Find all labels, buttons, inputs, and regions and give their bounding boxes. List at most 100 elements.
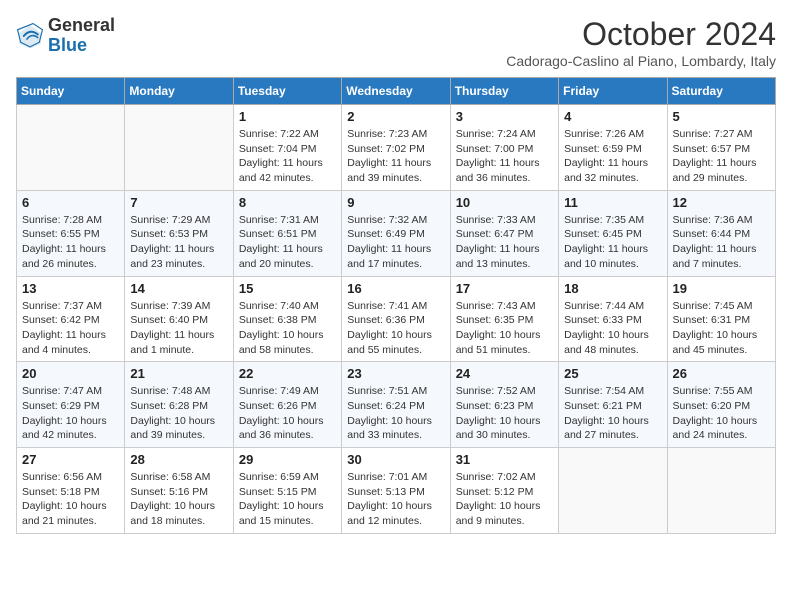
day-number: 18: [564, 281, 661, 296]
calendar-cell: 6 Sunrise: 7:28 AMSunset: 6:55 PMDaylight…: [17, 190, 125, 276]
day-info: Sunrise: 7:02 AMSunset: 5:12 PMDaylight:…: [456, 470, 553, 529]
week-row-4: 20Sunrise: 7:47 AMSunset: 6:29 PMDayligh…: [17, 362, 776, 448]
calendar-cell: 4 Sunrise: 7:26 AMSunset: 6:59 PMDaylight…: [559, 105, 667, 191]
day-number: 26: [673, 366, 770, 381]
day-info: Sunrise: 7:49 AMSunset: 6:26 PMDaylight:…: [239, 384, 336, 443]
day-info: Sunrise: 7:43 AMSunset: 6:35 PMDaylight:…: [456, 299, 553, 358]
day-number: 16: [347, 281, 444, 296]
day-info: Sunrise: 7:45 AMSunset: 6:31 PMDaylight:…: [673, 299, 770, 358]
day-info: Sunrise: 7:37 AMSunset: 6:42 PMDaylight:…: [22, 299, 119, 358]
logo-text: General Blue: [48, 16, 115, 56]
week-row-5: 27 Sunrise: 6:56 AMSunset: 5:18 PMDayligh…: [17, 448, 776, 534]
calendar-cell: [17, 105, 125, 191]
calendar-cell: 3 Sunrise: 7:24 AMSunset: 7:00 PMDaylight…: [450, 105, 558, 191]
day-info: Sunrise: 7:51 AMSunset: 6:24 PMDaylight:…: [347, 384, 444, 443]
day-number: 30: [347, 452, 444, 467]
day-info: Sunrise: 7:55 AMSunset: 6:20 PMDaylight:…: [673, 384, 770, 443]
day-header-monday: Monday: [125, 78, 233, 105]
day-info: Sunrise: 7:26 AMSunset: 6:59 PMDaylight:…: [564, 127, 661, 186]
day-number: 9: [347, 195, 444, 210]
calendar-cell: 19 Sunrise: 7:45 AMSunset: 6:31 PMDayligh…: [667, 276, 775, 362]
calendar-cell: 22Sunrise: 7:49 AMSunset: 6:26 PMDayligh…: [233, 362, 341, 448]
day-header-wednesday: Wednesday: [342, 78, 450, 105]
day-info: Sunrise: 7:27 AMSunset: 6:57 PMDaylight:…: [673, 127, 770, 186]
day-number: 27: [22, 452, 119, 467]
calendar-cell: 8 Sunrise: 7:31 AMSunset: 6:51 PMDaylight…: [233, 190, 341, 276]
day-number: 11: [564, 195, 661, 210]
day-number: 24: [456, 366, 553, 381]
day-number: 8: [239, 195, 336, 210]
day-number: 12: [673, 195, 770, 210]
calendar-cell: 29 Sunrise: 6:59 AMSunset: 5:15 PMDayligh…: [233, 448, 341, 534]
calendar-cell: 2 Sunrise: 7:23 AMSunset: 7:02 PMDaylight…: [342, 105, 450, 191]
day-number: 10: [456, 195, 553, 210]
calendar-cell: [125, 105, 233, 191]
calendar-body: 1 Sunrise: 7:22 AMSunset: 7:04 PMDaylight…: [17, 105, 776, 534]
calendar-cell: 28 Sunrise: 6:58 AMSunset: 5:16 PMDayligh…: [125, 448, 233, 534]
day-info: Sunrise: 7:41 AMSunset: 6:36 PMDaylight:…: [347, 299, 444, 358]
day-header-friday: Friday: [559, 78, 667, 105]
day-number: 7: [130, 195, 227, 210]
calendar-cell: 10 Sunrise: 7:33 AMSunset: 6:47 PMDayligh…: [450, 190, 558, 276]
day-number: 29: [239, 452, 336, 467]
day-number: 2: [347, 109, 444, 124]
day-number: 4: [564, 109, 661, 124]
day-number: 23: [347, 366, 444, 381]
calendar-cell: 11 Sunrise: 7:35 AMSunset: 6:45 PMDayligh…: [559, 190, 667, 276]
calendar-cell: 16 Sunrise: 7:41 AMSunset: 6:36 PMDayligh…: [342, 276, 450, 362]
day-info: Sunrise: 7:22 AMSunset: 7:04 PMDaylight:…: [239, 127, 336, 186]
week-row-1: 1 Sunrise: 7:22 AMSunset: 7:04 PMDaylight…: [17, 105, 776, 191]
day-info: Sunrise: 7:28 AMSunset: 6:55 PMDaylight:…: [22, 213, 119, 272]
day-info: Sunrise: 6:56 AMSunset: 5:18 PMDaylight:…: [22, 470, 119, 529]
calendar-cell: 30 Sunrise: 7:01 AMSunset: 5:13 PMDayligh…: [342, 448, 450, 534]
day-number: 14: [130, 281, 227, 296]
week-row-2: 6 Sunrise: 7:28 AMSunset: 6:55 PMDaylight…: [17, 190, 776, 276]
day-header-sunday: Sunday: [17, 78, 125, 105]
calendar-cell: 26 Sunrise: 7:55 AMSunset: 6:20 PMDayligh…: [667, 362, 775, 448]
day-number: 3: [456, 109, 553, 124]
logo-icon: [16, 22, 44, 50]
calendar-cell: 17 Sunrise: 7:43 AMSunset: 6:35 PMDayligh…: [450, 276, 558, 362]
day-header-saturday: Saturday: [667, 78, 775, 105]
day-number: 1: [239, 109, 336, 124]
month-title: October 2024: [506, 16, 776, 53]
day-number: 28: [130, 452, 227, 467]
calendar-cell: 1 Sunrise: 7:22 AMSunset: 7:04 PMDaylight…: [233, 105, 341, 191]
day-info: Sunrise: 7:23 AMSunset: 7:02 PMDaylight:…: [347, 127, 444, 186]
day-info: Sunrise: 7:29 AMSunset: 6:53 PMDaylight:…: [130, 213, 227, 272]
day-info: Sunrise: 7:01 AMSunset: 5:13 PMDaylight:…: [347, 470, 444, 529]
calendar-cell: 7 Sunrise: 7:29 AMSunset: 6:53 PMDaylight…: [125, 190, 233, 276]
calendar-cell: 23 Sunrise: 7:51 AMSunset: 6:24 PMDayligh…: [342, 362, 450, 448]
calendar-cell: 18 Sunrise: 7:44 AMSunset: 6:33 PMDayligh…: [559, 276, 667, 362]
day-info: Sunrise: 7:44 AMSunset: 6:33 PMDaylight:…: [564, 299, 661, 358]
day-info: Sunrise: 7:39 AMSunset: 6:40 PMDaylight:…: [130, 299, 227, 358]
day-headers-row: SundayMondayTuesdayWednesdayThursdayFrid…: [17, 78, 776, 105]
day-number: 13: [22, 281, 119, 296]
day-header-tuesday: Tuesday: [233, 78, 341, 105]
day-number: 15: [239, 281, 336, 296]
day-number: 19: [673, 281, 770, 296]
calendar-cell: 14 Sunrise: 7:39 AMSunset: 6:40 PMDayligh…: [125, 276, 233, 362]
day-number: 21: [130, 366, 227, 381]
week-row-3: 13 Sunrise: 7:37 AMSunset: 6:42 PMDayligh…: [17, 276, 776, 362]
day-number: 6: [22, 195, 119, 210]
calendar-cell: [667, 448, 775, 534]
day-info: Sunrise: 7:40 AMSunset: 6:38 PMDaylight:…: [239, 299, 336, 358]
day-number: 25: [564, 366, 661, 381]
day-info: Sunrise: 7:54 AMSunset: 6:21 PMDaylight:…: [564, 384, 661, 443]
day-info: Sunrise: 6:58 AMSunset: 5:16 PMDaylight:…: [130, 470, 227, 529]
day-number: 17: [456, 281, 553, 296]
day-info: Sunrise: 7:47 AMSunset: 6:29 PMDaylight:…: [22, 384, 119, 443]
day-info: Sunrise: 6:59 AMSunset: 5:15 PMDaylight:…: [239, 470, 336, 529]
day-info: Sunrise: 7:24 AMSunset: 7:00 PMDaylight:…: [456, 127, 553, 186]
calendar-header: SundayMondayTuesdayWednesdayThursdayFrid…: [17, 78, 776, 105]
day-info: Sunrise: 7:36 AMSunset: 6:44 PMDaylight:…: [673, 213, 770, 272]
title-block: October 2024 Cadorago-Caslino al Piano, …: [506, 16, 776, 69]
day-info: Sunrise: 7:52 AMSunset: 6:23 PMDaylight:…: [456, 384, 553, 443]
calendar-cell: 20Sunrise: 7:47 AMSunset: 6:29 PMDayligh…: [17, 362, 125, 448]
calendar-cell: 21 Sunrise: 7:48 AMSunset: 6:28 PMDayligh…: [125, 362, 233, 448]
day-info: Sunrise: 7:31 AMSunset: 6:51 PMDaylight:…: [239, 213, 336, 272]
day-info: Sunrise: 7:33 AMSunset: 6:47 PMDaylight:…: [456, 213, 553, 272]
day-info: Sunrise: 7:35 AMSunset: 6:45 PMDaylight:…: [564, 213, 661, 272]
day-info: Sunrise: 7:48 AMSunset: 6:28 PMDaylight:…: [130, 384, 227, 443]
